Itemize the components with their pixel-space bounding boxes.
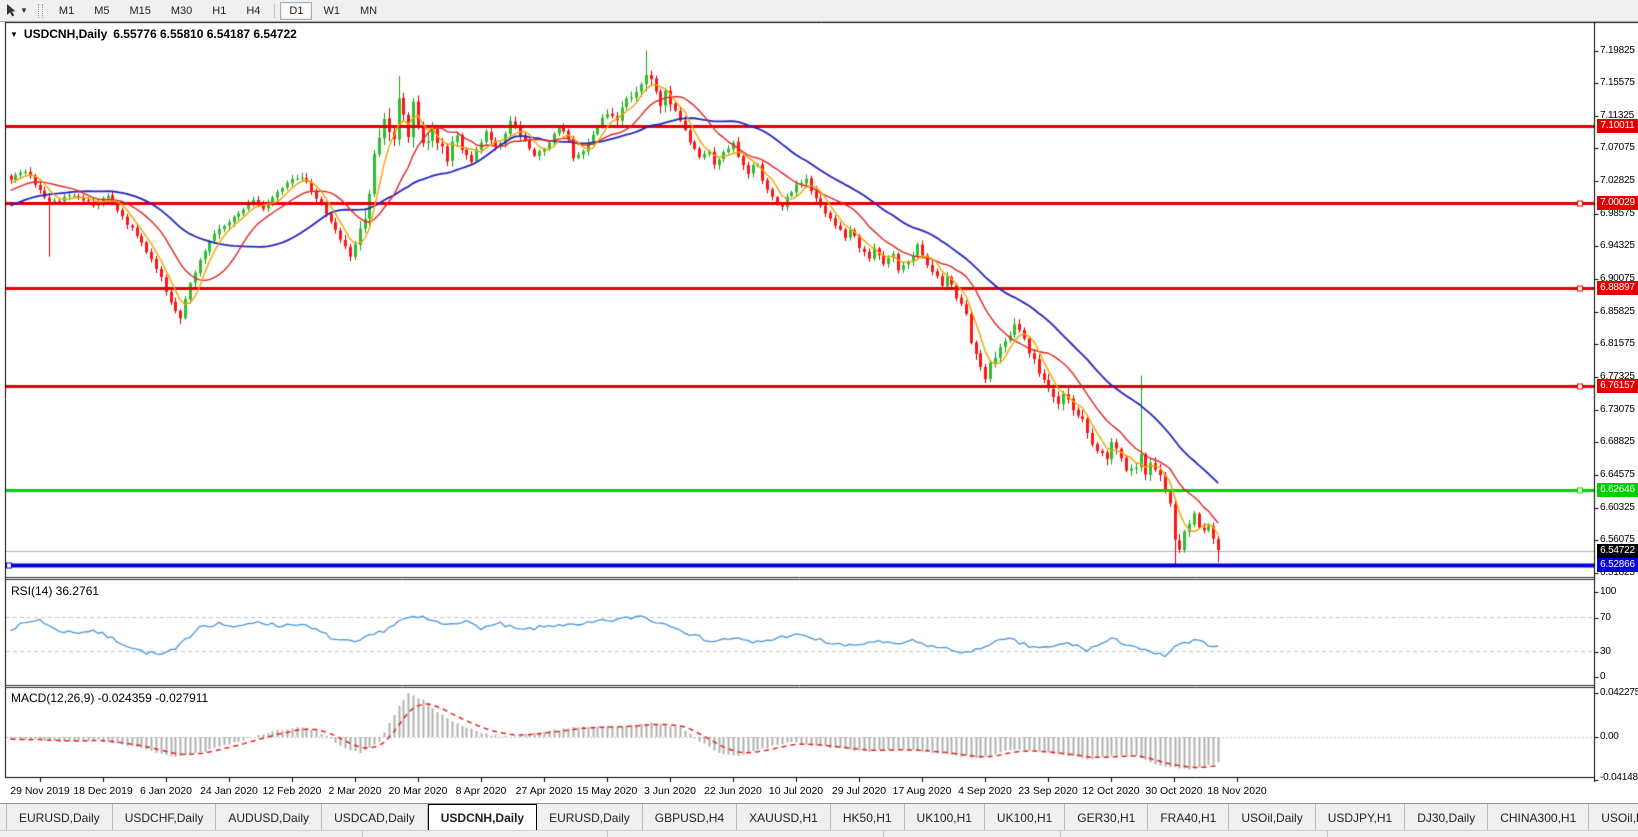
chart-tab-eurusd-daily[interactable]: EURUSD,Daily [537, 804, 643, 831]
price-level-tag[interactable]: 6.88897 [1597, 281, 1638, 296]
chart-tab-usoil-h1[interactable]: USOil,H1 [1589, 804, 1638, 831]
cursor-tool-icon[interactable] [4, 3, 19, 18]
price-axis-label: 6.64575 [1600, 468, 1635, 480]
date-axis-label: 8 Apr 2020 [455, 785, 507, 797]
timeframe-toolbar: ▼ M1 M5 M15 M30 H1 H4 D1 W1 MN [0, 0, 1638, 22]
date-axis-label: 24 Jan 2020 [200, 785, 258, 797]
chart-tab-uk100-h1[interactable]: UK100,H1 [905, 804, 985, 831]
macd-scale-label: -0.04148 [1600, 772, 1638, 783]
price-axis-label: 6.81575 [1600, 338, 1635, 350]
macd-scale-label: 0.00 [1600, 731, 1619, 742]
date-axis-label: 2 Mar 2020 [328, 785, 382, 797]
timeframe-button-m30[interactable]: M30 [162, 2, 201, 20]
rsi-scale-label: 100 [1600, 586, 1617, 597]
price-axis-label: 6.73075 [1600, 403, 1635, 415]
status-bar [0, 830, 1638, 837]
status-pane-divider [1327, 831, 1328, 837]
price-level-tag[interactable]: 6.76157 [1597, 378, 1638, 393]
date-axis-label: 29 Nov 2019 [10, 785, 70, 797]
toolbar-separator [274, 3, 276, 18]
status-pane-divider [607, 831, 608, 837]
status-pane-divider [362, 831, 363, 837]
chart-tab-eurusd-daily[interactable]: EURUSD,Daily [6, 804, 113, 831]
toolbar-grip[interactable] [37, 3, 43, 18]
rsi-label: RSI(14) 36.2761 [11, 584, 100, 598]
timeframe-buttons: M1 M5 M15 M30 H1 H4 D1 W1 MN [49, 1, 387, 20]
date-axis-label: 22 Jun 2020 [704, 785, 762, 797]
date-axis-label: 18 Dec 2019 [73, 785, 133, 797]
chart-canvas[interactable] [0, 0, 1638, 837]
price-axis-label: 6.68825 [1600, 436, 1635, 448]
chart-symbol: USDCNH,Daily [23, 27, 108, 41]
status-pane-divider [1060, 831, 1061, 837]
date-axis-label: 20 Mar 2020 [388, 785, 448, 797]
chart-tab-usdcnh-daily[interactable]: USDCNH,Daily [427, 804, 538, 831]
date-axis-label: 3 Jun 2020 [644, 785, 696, 797]
chart-tab-china300-h1[interactable]: CHINA300,H1 [1488, 804, 1590, 831]
chart-tab-fra40-h1[interactable]: FRA40,H1 [1148, 804, 1230, 831]
date-axis-label: 18 Nov 2020 [1207, 785, 1267, 797]
timeframe-button-h1[interactable]: H1 [203, 2, 235, 20]
date-axis-label: 15 May 2020 [576, 785, 638, 797]
price-level-tag[interactable]: 7.00029 [1597, 195, 1638, 210]
timeframe-button-m5[interactable]: M5 [85, 2, 118, 20]
price-axis-label: 6.60325 [1600, 501, 1635, 513]
timeframe-button-mn[interactable]: MN [351, 2, 386, 20]
chart-tab-gbpusd-h4[interactable]: GBPUSD,H4 [643, 804, 738, 831]
chart-title: ▼ USDCNH,Daily 6.55776 6.55810 6.54187 6… [10, 27, 297, 41]
macd-scale-label: 0.042275 [1600, 687, 1638, 699]
price-axis-label: 7.07075 [1600, 142, 1635, 154]
chart-tab-usdjpy-h1[interactable]: USDJPY,H1 [1316, 804, 1406, 831]
price-axis-label: 7.15575 [1600, 77, 1635, 89]
timeframe-button-m1[interactable]: M1 [50, 2, 83, 20]
date-axis-label: 12 Feb 2020 [262, 785, 322, 797]
date-axis-label: 23 Sep 2020 [1018, 785, 1078, 797]
timeframe-button-m15[interactable]: M15 [120, 2, 159, 20]
timeframe-button-h4[interactable]: H4 [237, 2, 269, 20]
price-axis-label: 6.85825 [1600, 305, 1635, 317]
chart-tab-usdcad-daily[interactable]: USDCAD,Daily [322, 804, 428, 831]
price-axis-label: 7.02825 [1600, 175, 1635, 187]
price-axis-label: 7.19825 [1600, 44, 1635, 56]
chart-tab-usoil-daily[interactable]: USOil,Daily [1229, 804, 1316, 831]
date-axis-label: 10 Jul 2020 [768, 785, 824, 797]
chart-tab-xauusd-h1[interactable]: XAUUSD,H1 [737, 804, 831, 831]
macd-label: MACD(12,26,9) -0.024359 -0.027911 [11, 691, 209, 705]
chart-tab-uk100-h1[interactable]: UK100,H1 [985, 804, 1066, 831]
rsi-scale-label: 30 [1600, 645, 1611, 657]
price-axis-label: 6.94325 [1600, 240, 1635, 252]
rsi-scale-label: 0 [1600, 671, 1606, 682]
current-price-tag: 6.54722 [1597, 543, 1638, 558]
chart-ohlc-values: 6.55776 6.55810 6.54187 6.54722 [113, 27, 297, 41]
date-axis-label: 17 Aug 2020 [892, 785, 952, 797]
status-pane-divider [883, 831, 884, 837]
price-level-tag[interactable]: 6.62646 [1597, 482, 1638, 497]
trading-terminal: ▼ M1 M5 M15 M30 H1 H4 D1 W1 MN ▼ USDCNH,Daily 6.… [0, 0, 1638, 837]
date-axis-label: 30 Oct 2020 [1145, 785, 1203, 797]
timeframe-button-d1[interactable]: D1 [280, 1, 313, 20]
chart-tab-usdchf-daily[interactable]: USDCHF,Daily [113, 804, 217, 831]
chart-tab-ger30-h1[interactable]: GER30,H1 [1065, 804, 1149, 831]
chart-tab-audusd-daily[interactable]: AUDUSD,Daily [216, 804, 323, 831]
chart-tab-dj30-daily[interactable]: DJ30,Daily [1405, 804, 1489, 831]
date-axis-label: 6 Jan 2020 [140, 785, 192, 797]
chart-tab-bar: EURUSD,Daily USDCHF,Daily AUDUSD,Daily USDC… [0, 803, 1638, 831]
timeframe-button-w1[interactable]: W1 [314, 2, 349, 20]
date-axis-label: 12 Oct 2020 [1082, 785, 1140, 797]
price-level-tag[interactable]: 7.10011 [1597, 118, 1638, 133]
cursor-dropdown-caret-icon[interactable]: ▼ [20, 6, 28, 15]
price-level-tag[interactable]: 6.52866 [1597, 557, 1638, 572]
chart-tab-hk50-h1[interactable]: HK50,H1 [831, 804, 905, 831]
date-axis-label: 4 Sep 2020 [958, 785, 1012, 797]
collapse-chart-icon[interactable]: ▼ [10, 30, 18, 39]
date-axis-label: 27 Apr 2020 [515, 785, 573, 797]
rsi-scale-label: 70 [1600, 611, 1611, 623]
date-axis-label: 29 Jul 2020 [831, 785, 887, 797]
